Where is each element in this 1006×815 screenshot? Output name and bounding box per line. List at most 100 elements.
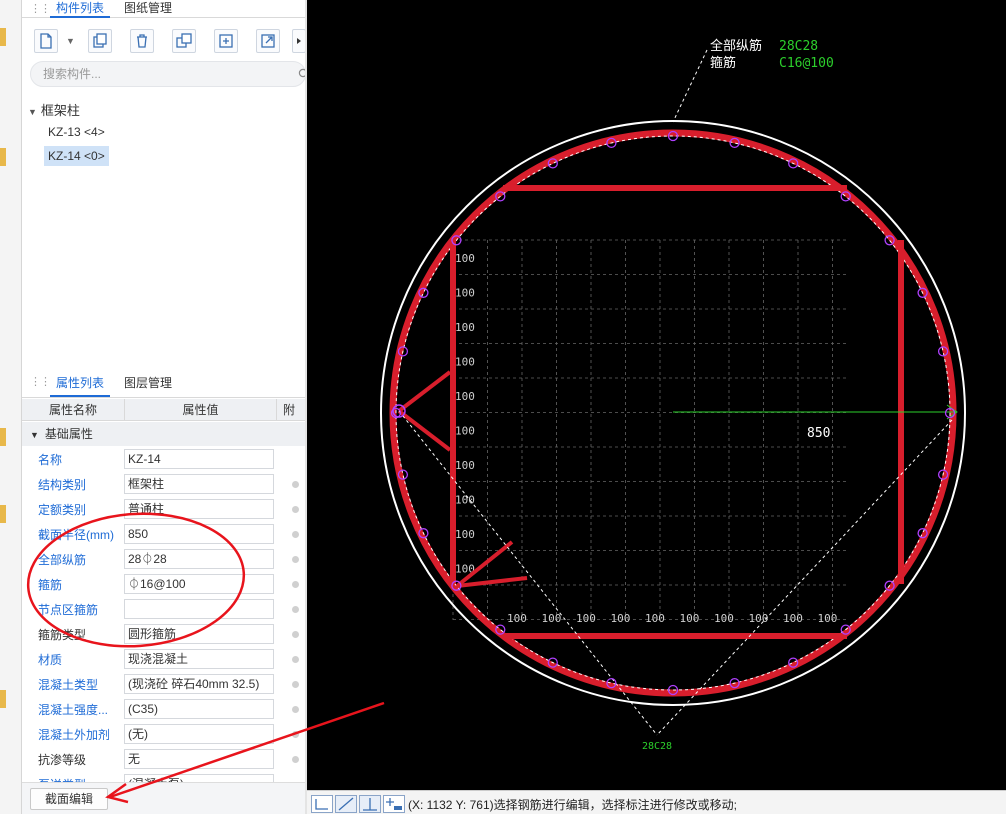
- radius-dimension-label[interactable]: 850: [807, 426, 830, 441]
- grid-dimension-label: 100: [818, 612, 838, 625]
- more-tools-button[interactable]: [292, 29, 306, 53]
- property-value-input[interactable]: 无: [124, 749, 274, 769]
- cad-drawing-canvas[interactable]: 100 100 100 100 100 100 100 100 100 100 100 100 100…: [307, 0, 1006, 790]
- property-value-input[interactable]: (C35): [124, 699, 274, 719]
- tab-layer-management[interactable]: 图层管理: [118, 373, 178, 397]
- dimension-line-radius[interactable]: 850: [673, 404, 958, 441]
- extra-checkbox[interactable]: [292, 531, 299, 538]
- dock-tab[interactable]: [0, 148, 6, 166]
- property-value-input[interactable]: ⏀16@100: [124, 574, 274, 594]
- grid-dimension-label: 100: [680, 612, 700, 625]
- tree-node-frame-column[interactable]: ▼ 框架柱: [28, 100, 80, 119]
- extra-checkbox[interactable]: [292, 581, 299, 588]
- tab-property-list[interactable]: 属性列表: [50, 373, 111, 397]
- tree-item-kz14[interactable]: KZ-14 <0>: [44, 146, 109, 166]
- extra-checkbox[interactable]: [292, 556, 299, 563]
- property-value-input[interactable]: (现浇砼 碎石40mm 32.5): [124, 674, 274, 694]
- property-name: 定额类别: [38, 503, 87, 517]
- grid-dimension-label: 100: [507, 612, 527, 625]
- property-row: 箍筋 ⏀16@100: [22, 572, 306, 597]
- extra-checkbox[interactable]: [292, 506, 299, 513]
- section-edit-button[interactable]: 截面编辑: [30, 788, 108, 810]
- property-row: 抗渗等级 无: [22, 747, 306, 772]
- grid-dimension-label: 100: [455, 252, 475, 265]
- property-name: 全部纵筋: [38, 553, 87, 567]
- grid-dimension-label: 100: [455, 459, 475, 472]
- extra-checkbox[interactable]: [292, 756, 299, 763]
- property-value-input[interactable]: 现浇混凝土: [124, 649, 274, 669]
- drag-grip-icon[interactable]: ⋮⋮: [30, 2, 51, 15]
- grid-lines: [452, 239, 847, 620]
- property-row: 混凝土类型 (现浇砼 碎石40mm 32.5): [22, 672, 306, 697]
- import-component-button[interactable]: [214, 29, 238, 53]
- property-row: 结构类别 框架柱: [22, 472, 306, 497]
- annotation-longitudinal-value[interactable]: 28C28: [779, 39, 818, 54]
- section-drawing[interactable]: 100100100100100100100100100100 100 100 100…: [307, 0, 1006, 790]
- leader-lines: [398, 49, 953, 736]
- extra-checkbox[interactable]: [292, 706, 299, 713]
- chevron-down-icon[interactable]: ▼: [30, 430, 39, 440]
- extra-checkbox[interactable]: [292, 731, 299, 738]
- property-row: 全部纵筋 28⏀28: [22, 547, 306, 572]
- property-name: 结构类别: [38, 478, 87, 492]
- property-name: 材质: [38, 653, 63, 667]
- component-list-panel: ⋮⋮ 构件列表 图纸管理 ▼ ▼框架柱 KZ-13 <4> KZ-14 <: [22, 0, 308, 362]
- dock-tab[interactable]: [0, 28, 6, 46]
- copy-component-button[interactable]: [88, 29, 112, 53]
- drag-grip-icon[interactable]: ⋮⋮: [30, 375, 51, 388]
- extra-checkbox[interactable]: [292, 681, 299, 688]
- property-value-input[interactable]: 圆形箍筋: [124, 624, 274, 644]
- rebar-annotation[interactable]: 全部纵筋 28C28 箍筋 C16@100: [710, 38, 834, 71]
- copy-to-layer-button[interactable]: [172, 29, 196, 53]
- property-row: 名称 KZ-14: [22, 447, 306, 472]
- tab-drawing-management[interactable]: 图纸管理: [118, 0, 178, 18]
- property-value-input[interactable]: 28⏀28: [124, 549, 274, 569]
- new-component-button[interactable]: [34, 29, 58, 53]
- extra-checkbox[interactable]: [292, 656, 299, 663]
- annotation-stirrup-value[interactable]: C16@100: [779, 56, 834, 71]
- dock-tab[interactable]: [0, 505, 6, 523]
- chevron-down-icon[interactable]: ▼: [28, 107, 37, 117]
- new-file-icon: [40, 33, 52, 49]
- property-row: 定额类别 普通柱: [22, 497, 306, 522]
- property-value-input[interactable]: [124, 599, 274, 619]
- grid-dimension-label: 100: [455, 356, 475, 369]
- property-value-input[interactable]: KZ-14: [124, 449, 274, 469]
- property-row: 混凝土强度... (C35): [22, 697, 306, 722]
- component-search-input[interactable]: [30, 61, 306, 87]
- grid-labels-vertical: 100100100100100100100100100100: [455, 252, 475, 576]
- extra-checkbox[interactable]: [292, 481, 299, 488]
- property-value-input[interactable]: 框架柱: [124, 474, 274, 494]
- tree-item-kz13[interactable]: KZ-13 <4>: [44, 122, 109, 142]
- tab-component-list[interactable]: 构件列表: [50, 0, 111, 18]
- property-name: 箍筋类型: [38, 628, 87, 642]
- grid-dimension-label: 100: [542, 612, 562, 625]
- perpendicular-snap-button[interactable]: [359, 795, 381, 813]
- left-dock-strip: [0, 0, 22, 814]
- property-value-input[interactable]: 普通柱: [124, 499, 274, 519]
- property-name: 截面半径(mm): [38, 528, 114, 542]
- property-value-input[interactable]: 850: [124, 524, 274, 544]
- extra-checkbox[interactable]: [292, 606, 299, 613]
- point-snap-button[interactable]: [383, 795, 405, 813]
- export-component-button[interactable]: [256, 29, 280, 53]
- dock-tab[interactable]: [0, 428, 6, 446]
- chevron-down-icon[interactable]: ▼: [66, 36, 75, 46]
- property-name: 混凝土外加剂: [38, 728, 111, 742]
- bottom-rebar-label[interactable]: 28C28: [642, 741, 672, 752]
- grid-dimension-label: 100: [749, 612, 769, 625]
- snap-line-button[interactable]: [335, 795, 357, 813]
- property-row: 混凝土外加剂 (无): [22, 722, 306, 747]
- orthogonal-mode-button[interactable]: [311, 795, 333, 813]
- tree-node-label: 框架柱: [40, 103, 80, 118]
- import-icon: [219, 34, 233, 48]
- property-group-label: 基础属性: [44, 427, 93, 441]
- delete-component-button[interactable]: [130, 29, 154, 53]
- grid-dimension-label: 100: [455, 390, 475, 403]
- property-tabbar: ⋮⋮ 属性列表 图层管理: [22, 368, 306, 398]
- property-value-input[interactable]: (无): [124, 724, 274, 744]
- dock-tab[interactable]: [0, 690, 6, 708]
- property-group-basic[interactable]: ▼ 基础属性: [22, 422, 306, 446]
- extra-checkbox[interactable]: [292, 631, 299, 638]
- diagonal-line-icon: [338, 797, 354, 811]
